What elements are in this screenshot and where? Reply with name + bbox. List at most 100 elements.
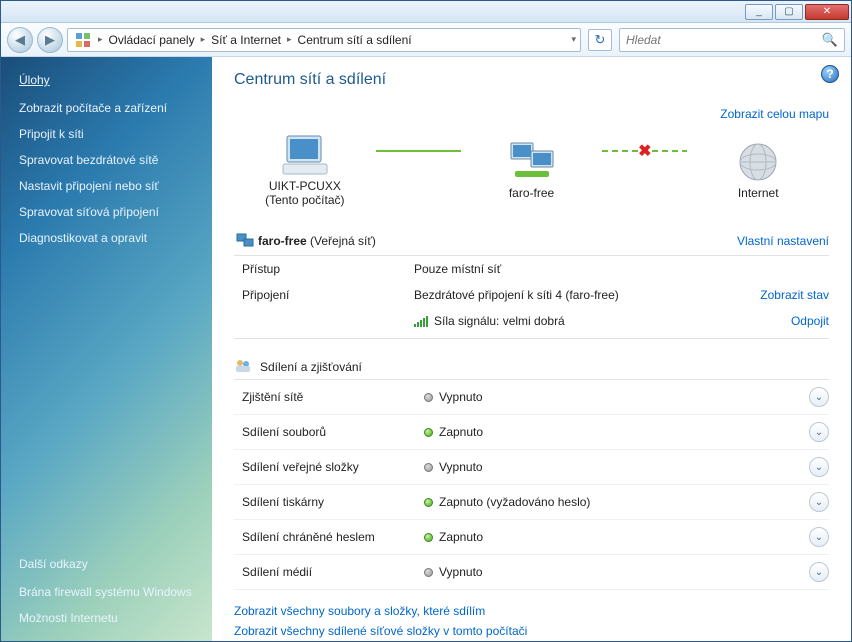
sharing-row: Zjištění sítě Vypnuto ⌄ xyxy=(234,380,829,415)
chevron-right-icon[interactable]: ▸ xyxy=(96,34,105,45)
sharing-key: Sdílení tiskárny xyxy=(234,495,424,509)
map-node-internet: Internet xyxy=(687,138,829,200)
sidebar-item[interactable]: Možnosti Internetu xyxy=(1,605,212,631)
chevron-down-icon: ⌄ xyxy=(815,497,823,508)
sidebar-item[interactable]: Připojit k síti xyxy=(1,121,212,147)
chevron-down-icon: ⌄ xyxy=(815,567,823,578)
sharing-value: Vypnuto xyxy=(439,565,483,579)
map-node-label: UIKT-PCUXX xyxy=(269,179,341,193)
sharing-key: Zjištění sítě xyxy=(234,390,424,404)
body: Úlohy Zobrazit počítače a zařízení Připo… xyxy=(1,57,851,641)
prop-key: Připojení xyxy=(234,288,414,302)
refresh-button[interactable]: ↻ xyxy=(588,29,612,51)
sidebar-item[interactable]: Zobrazit počítače a zařízení xyxy=(1,95,212,121)
map-node-sublabel: (Tento počítač) xyxy=(265,193,344,207)
sidebar-tasks-heading: Úlohy xyxy=(1,67,212,95)
chevron-down-icon[interactable]: ▾ xyxy=(569,34,578,45)
status-off-icon xyxy=(424,393,433,402)
view-full-map-link[interactable]: Zobrazit celou mapu xyxy=(720,107,829,121)
prop-value: Pouze místní síť xyxy=(414,262,829,276)
map-node-label: Internet xyxy=(738,186,779,200)
sidebar-item[interactable]: Brána firewall systému Windows xyxy=(1,579,212,605)
breadcrumb[interactable]: Síť a Internet xyxy=(207,29,285,51)
expand-button[interactable]: ⌄ xyxy=(809,457,829,477)
sharing-value: Zapnuto xyxy=(439,530,483,544)
search-input[interactable] xyxy=(626,33,822,47)
map-node-label: faro-free xyxy=(509,186,554,200)
window: _ ▢ ✕ ◀ ▶ ▸ Ovládací panely ▸ Síť a Inte… xyxy=(0,0,852,642)
breadcrumb[interactable]: Centrum sítí a sdílení xyxy=(294,29,416,51)
prop-value: Bezdrátové připojení k síti 4 (faro-free… xyxy=(414,288,619,302)
network-name: faro-free (Veřejná síť) xyxy=(258,234,376,248)
expand-button[interactable]: ⌄ xyxy=(809,422,829,442)
network-map: UIKT-PCUXX (Tento počítač) faro-free ✖ xyxy=(234,131,829,207)
expand-button[interactable]: ⌄ xyxy=(809,492,829,512)
chevron-right-icon[interactable]: ▸ xyxy=(199,34,208,45)
chevron-down-icon: ⌄ xyxy=(815,392,823,403)
refresh-icon: ↻ xyxy=(595,32,606,48)
minimize-button[interactable]: _ xyxy=(745,4,773,20)
help-icon[interactable]: ? xyxy=(821,65,839,83)
chevron-right-icon[interactable]: ▸ xyxy=(285,34,294,45)
network-section: faro-free (Veřejná síť) Vlastní nastaven… xyxy=(234,227,829,339)
network-icon xyxy=(504,138,560,186)
computer-icon xyxy=(277,131,333,179)
sharing-row: Sdílení souborů Zapnuto ⌄ xyxy=(234,415,829,450)
show-shared-folders-link[interactable]: Zobrazit všechny sdílené síťové složky v… xyxy=(234,624,829,638)
bottom-links: Zobrazit všechny soubory a složky, které… xyxy=(234,604,829,638)
sidebar-item[interactable]: Diagnostikovat a opravit xyxy=(1,225,212,251)
network-small-icon xyxy=(234,233,258,249)
address-bar[interactable]: ▸ Ovládací panely ▸ Síť a Internet ▸ Cen… xyxy=(67,28,581,52)
page-title: Centrum sítí a sdílení xyxy=(234,71,829,89)
sidebar-item[interactable]: Spravovat síťová připojení xyxy=(1,199,212,225)
sidebar-item[interactable]: Spravovat bezdrátové sítě xyxy=(1,147,212,173)
sharing-value: Vypnuto xyxy=(439,460,483,474)
view-status-link[interactable]: Zobrazit stav xyxy=(760,288,829,302)
globe-icon xyxy=(730,138,786,186)
sharing-value: Zapnuto xyxy=(439,425,483,439)
chevron-down-icon: ⌄ xyxy=(815,427,823,438)
sharing-key: Sdílení chráněné heslem xyxy=(234,530,424,544)
back-button[interactable]: ◀ xyxy=(7,27,33,53)
chevron-down-icon: ⌄ xyxy=(815,462,823,473)
search-box[interactable]: 🔍 xyxy=(619,28,845,52)
customize-link[interactable]: Vlastní nastavení xyxy=(737,234,829,248)
maximize-button[interactable]: ▢ xyxy=(775,4,803,20)
expand-button[interactable]: ⌄ xyxy=(809,527,829,547)
sharing-value: Vypnuto xyxy=(439,390,483,404)
sidebar: Úlohy Zobrazit počítače a zařízení Připo… xyxy=(1,57,212,641)
sharing-key: Sdílení médií xyxy=(234,565,424,579)
sharing-section: Sdílení a zjišťování Zjištění sítě Vypnut… xyxy=(234,353,829,590)
content: ? Centrum sítí a sdílení Zobrazit celou … xyxy=(212,57,851,641)
chevron-down-icon: ⌄ xyxy=(815,532,823,543)
expand-button[interactable]: ⌄ xyxy=(809,562,829,582)
signal-label: Síla signálu: velmi dobrá xyxy=(434,314,565,328)
status-off-icon xyxy=(424,568,433,577)
sharing-row: Sdílení médií Vypnuto ⌄ xyxy=(234,555,829,590)
disconnect-link[interactable]: Odpojit xyxy=(791,314,829,328)
sharing-key: Sdílení souborů xyxy=(234,425,424,439)
sharing-row: Sdílení chráněné heslem Zapnuto ⌄ xyxy=(234,520,829,555)
forward-button[interactable]: ▶ xyxy=(37,27,63,53)
expand-button[interactable]: ⌄ xyxy=(809,387,829,407)
signal-icon xyxy=(414,315,428,327)
close-button[interactable]: ✕ xyxy=(805,4,849,20)
map-connection xyxy=(376,150,461,152)
status-on-icon xyxy=(424,498,433,507)
sidebar-also-heading: Další odkazy xyxy=(1,551,212,579)
control-panel-icon xyxy=(74,31,92,49)
sharing-row: Sdílení tiskárnyZapnuto (vyžadováno hesl… xyxy=(234,485,829,520)
show-shared-files-link[interactable]: Zobrazit všechny soubory a složky, které… xyxy=(234,604,829,618)
sharing-row: Sdílení veřejné složky Vypnuto ⌄ xyxy=(234,450,829,485)
map-node-network: faro-free xyxy=(461,138,603,200)
error-x-icon: ✖ xyxy=(637,143,653,159)
sharing-key: Sdílení veřejné složky xyxy=(234,460,424,474)
navbar: ◀ ▶ ▸ Ovládací panely ▸ Síť a Internet ▸… xyxy=(1,23,851,57)
search-icon[interactable]: 🔍 xyxy=(822,32,838,48)
map-node-pc: UIKT-PCUXX (Tento počítač) xyxy=(234,131,376,207)
sidebar-item[interactable]: Nastavit připojení nebo síť xyxy=(1,173,212,199)
map-connection-broken: ✖ xyxy=(602,150,687,152)
breadcrumb[interactable]: Ovládací panely xyxy=(105,29,199,51)
status-on-icon xyxy=(424,533,433,542)
sharing-heading: Sdílení a zjišťování xyxy=(260,360,362,374)
